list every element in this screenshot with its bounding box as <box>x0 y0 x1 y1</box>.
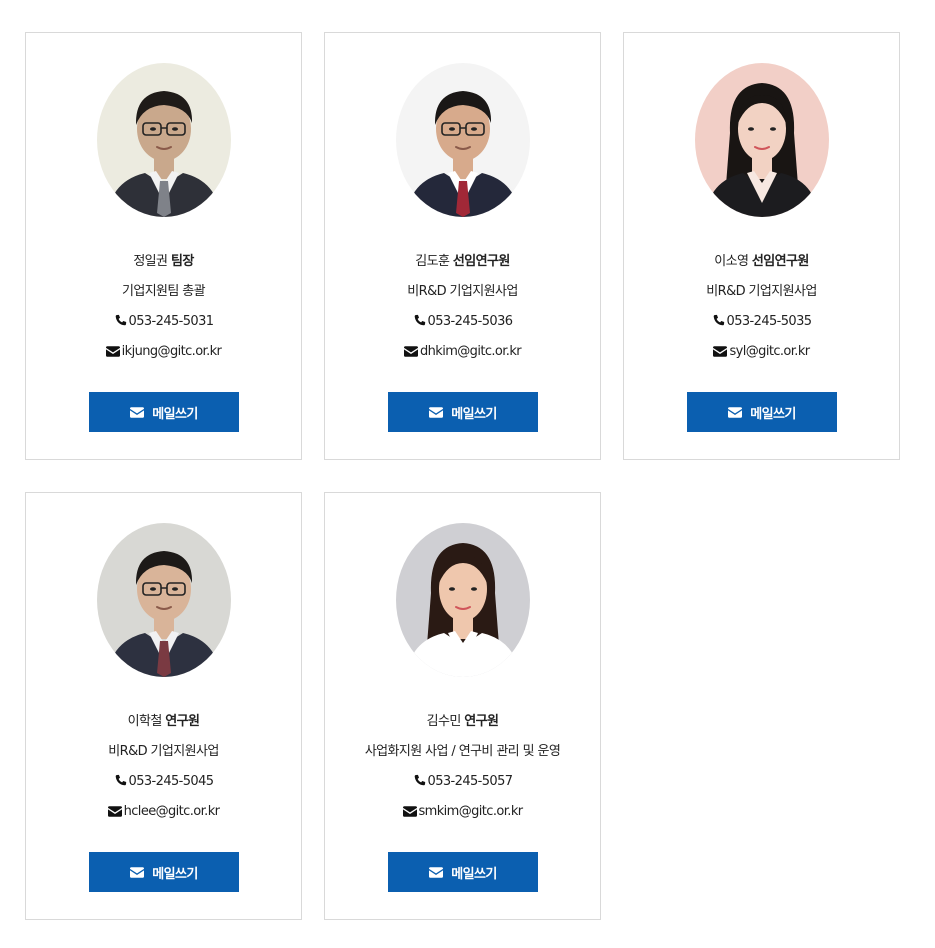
envelope-icon <box>403 345 418 363</box>
write-mail-label: 메일쓰기 <box>451 406 497 422</box>
staff-phone-line: 053-245-5045 <box>26 773 301 793</box>
staff-email: ikjung@gitc.or.kr <box>121 344 222 359</box>
envelope-icon <box>429 406 444 418</box>
write-mail-button[interactable]: 메일쓰기 <box>388 392 538 432</box>
staff-role: 비R&D 기업지원사업 <box>407 284 518 299</box>
staff-phone-line: 053-245-5031 <box>26 313 301 333</box>
write-mail-label: 메일쓰기 <box>152 866 198 882</box>
staff-photo <box>396 63 530 217</box>
staff-name: 김수민 <box>426 714 462 729</box>
envelope-icon <box>105 345 120 363</box>
portrait-illustration <box>695 63 829 217</box>
envelope-icon <box>402 805 417 823</box>
envelope-icon <box>130 866 145 878</box>
write-mail-label: 메일쓰기 <box>451 866 497 882</box>
staff-grid: 정일권 팀장 기업지원팀 총괄 053-245-5031 ikjung@gitc… <box>0 0 935 948</box>
staff-title: 연구원 <box>464 714 499 729</box>
staff-role: 기업지원팀 총괄 <box>121 284 206 299</box>
staff-email-line: dhkim@gitc.or.kr <box>325 343 600 363</box>
staff-photo <box>97 523 231 677</box>
portrait-illustration <box>97 63 231 217</box>
envelope-icon <box>107 805 122 823</box>
staff-name-line: 김도훈 선임연구원 <box>325 253 600 271</box>
staff-name: 정일권 <box>133 254 168 269</box>
portrait-illustration <box>97 523 231 677</box>
staff-phone: 053-245-5035 <box>726 314 813 329</box>
staff-email: hclee@gitc.or.kr <box>123 804 220 819</box>
staff-card: 김수민 연구원 사업화지원 사업 / 연구비 관리 및 운영 053-245-5… <box>324 492 601 920</box>
staff-phone: 053-245-5045 <box>128 774 215 789</box>
phone-icon <box>413 314 426 333</box>
staff-email-line: smkim@gitc.or.kr <box>325 803 600 823</box>
staff-role: 비R&D 기업지원사업 <box>706 284 817 299</box>
staff-role: 비R&D 기업지원사업 <box>108 744 219 759</box>
staff-name-line: 이소영 선임연구원 <box>624 253 899 271</box>
staff-email: dhkim@gitc.or.kr <box>419 344 522 359</box>
write-mail-button[interactable]: 메일쓰기 <box>687 392 837 432</box>
staff-name-line: 정일권 팀장 <box>26 253 301 271</box>
write-mail-label: 메일쓰기 <box>750 406 796 422</box>
write-mail-button[interactable]: 메일쓰기 <box>388 852 538 892</box>
envelope-icon <box>728 406 743 418</box>
phone-icon <box>114 314 127 333</box>
staff-email-line: syl@gitc.or.kr <box>624 343 899 363</box>
staff-email-line: hclee@gitc.or.kr <box>26 803 301 823</box>
staff-card: 이학철 연구원 비R&D 기업지원사업 053-245-5045 hclee@g… <box>25 492 302 920</box>
staff-phone-line: 053-245-5057 <box>325 773 600 793</box>
staff-title: 선임연구원 <box>751 254 809 269</box>
staff-title: 팀장 <box>170 254 194 269</box>
phone-icon <box>413 774 426 793</box>
phone-icon <box>712 314 725 333</box>
staff-phone: 053-245-5057 <box>427 774 514 789</box>
portrait-illustration <box>396 63 530 217</box>
staff-photo <box>97 63 231 217</box>
staff-email-line: ikjung@gitc.or.kr <box>26 343 301 363</box>
staff-phone: 053-245-5036 <box>427 314 514 329</box>
staff-card: 정일권 팀장 기업지원팀 총괄 053-245-5031 ikjung@gitc… <box>25 32 302 460</box>
staff-photo <box>695 63 829 217</box>
staff-name: 이소영 <box>714 254 749 269</box>
staff-card: 이소영 선임연구원 비R&D 기업지원사업 053-245-5035 syl@g… <box>623 32 900 460</box>
envelope-icon <box>130 406 145 418</box>
phone-icon <box>114 774 127 793</box>
staff-photo <box>396 523 530 677</box>
staff-name: 이학철 <box>127 714 163 729</box>
staff-name-line: 이학철 연구원 <box>26 713 301 731</box>
write-mail-button[interactable]: 메일쓰기 <box>89 392 239 432</box>
staff-card: 김도훈 선임연구원 비R&D 기업지원사업 053-245-5036 dhkim… <box>324 32 601 460</box>
envelope-icon <box>713 345 728 363</box>
write-mail-button[interactable]: 메일쓰기 <box>89 852 239 892</box>
staff-phone-line: 053-245-5036 <box>325 313 600 333</box>
envelope-icon <box>429 866 444 878</box>
staff-email: syl@gitc.or.kr <box>729 344 810 359</box>
staff-phone: 053-245-5031 <box>128 314 215 329</box>
portrait-illustration <box>396 523 530 677</box>
staff-name-line: 김수민 연구원 <box>325 713 600 731</box>
staff-role: 사업화지원 사업 / 연구비 관리 및 운영 <box>364 744 561 759</box>
staff-name: 김도훈 <box>415 254 450 269</box>
staff-title: 연구원 <box>165 714 200 729</box>
staff-phone-line: 053-245-5035 <box>624 313 899 333</box>
staff-title: 선임연구원 <box>452 254 510 269</box>
staff-email: smkim@gitc.or.kr <box>418 804 524 819</box>
write-mail-label: 메일쓰기 <box>152 406 198 422</box>
